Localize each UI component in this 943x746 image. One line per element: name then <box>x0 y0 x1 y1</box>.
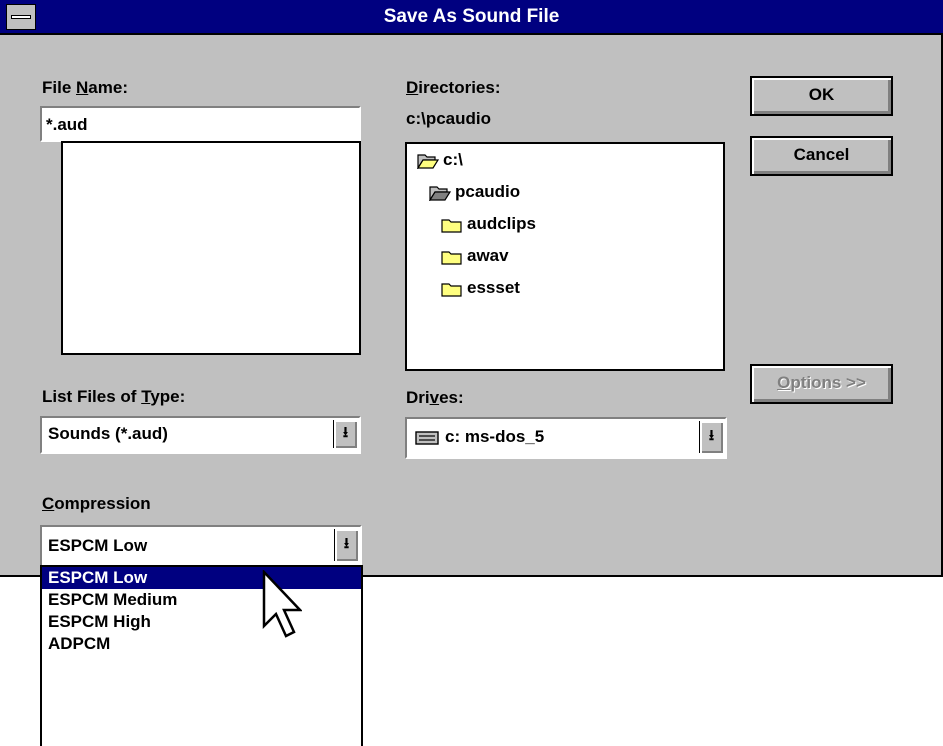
mouse-pointer-icon <box>262 570 302 638</box>
compression-option-espcm-low[interactable]: ESPCM Low <box>42 567 361 589</box>
directory-item-essset[interactable]: essset <box>441 276 520 300</box>
directory-item-awav[interactable]: awav <box>441 244 509 268</box>
file-list[interactable] <box>61 141 361 355</box>
directory-tree[interactable]: c:\ pcaudio audclips awav essset <box>405 142 725 371</box>
current-directory: c:\pcaudio <box>406 109 492 128</box>
file-name-value: *.aud <box>46 115 88 134</box>
cancel-button[interactable]: Cancel <box>750 136 893 176</box>
file-name-input[interactable]: *.aud <box>40 106 361 142</box>
open-folder-icon <box>428 185 452 202</box>
drives-label: Drives: <box>406 388 464 407</box>
directory-item-audclips[interactable]: audclips <box>441 212 536 236</box>
drives-dropdown[interactable]: c: ms-dos_5 ⭳ <box>405 417 727 459</box>
file-type-label: List Files of Type: <box>42 387 186 406</box>
compression-dropdown[interactable]: ESPCM Low ⭳ <box>40 525 362 567</box>
dialog-title: Save As Sound File <box>383 6 560 27</box>
compression-label: Compression <box>42 494 151 513</box>
compression-value: ESPCM Low <box>48 536 148 555</box>
compression-option-espcm-high[interactable]: ESPCM High <box>42 611 361 633</box>
file-type-value: Sounds (*.aud) <box>48 424 168 443</box>
compression-option-espcm-medium[interactable]: ESPCM Medium <box>42 589 361 611</box>
compression-dropdown-list[interactable]: ESPCM Low ESPCM Medium ESPCM High ADPCM <box>40 565 363 746</box>
folder-icon <box>441 250 462 265</box>
file-name-label: File Name: <box>42 78 128 97</box>
dropdown-arrow-icon[interactable]: ⭳ <box>699 421 723 453</box>
ok-button[interactable]: OK <box>750 76 893 116</box>
directory-item-pcaudio[interactable]: pcaudio <box>428 180 520 204</box>
open-folder-icon <box>416 153 440 170</box>
dropdown-arrow-icon[interactable]: ⭳ <box>334 529 358 561</box>
title-bar[interactable]: Save As Sound File <box>0 0 943 35</box>
compression-option-adpcm[interactable]: ADPCM <box>42 633 361 655</box>
folder-icon <box>441 282 462 297</box>
directory-item-root[interactable]: c:\ <box>416 148 463 172</box>
folder-icon <box>441 218 462 233</box>
options-button[interactable]: Options >> <box>750 364 893 404</box>
hard-drive-icon <box>415 431 439 445</box>
directories-label: Directories: <box>406 78 501 97</box>
file-type-dropdown[interactable]: Sounds (*.aud) ⭳ <box>40 416 361 454</box>
dropdown-arrow-icon[interactable]: ⭳ <box>333 420 357 448</box>
drives-value: c: ms-dos_5 <box>445 427 545 446</box>
save-as-dialog: Save As Sound File File Name: *.aud Dire… <box>0 0 943 577</box>
